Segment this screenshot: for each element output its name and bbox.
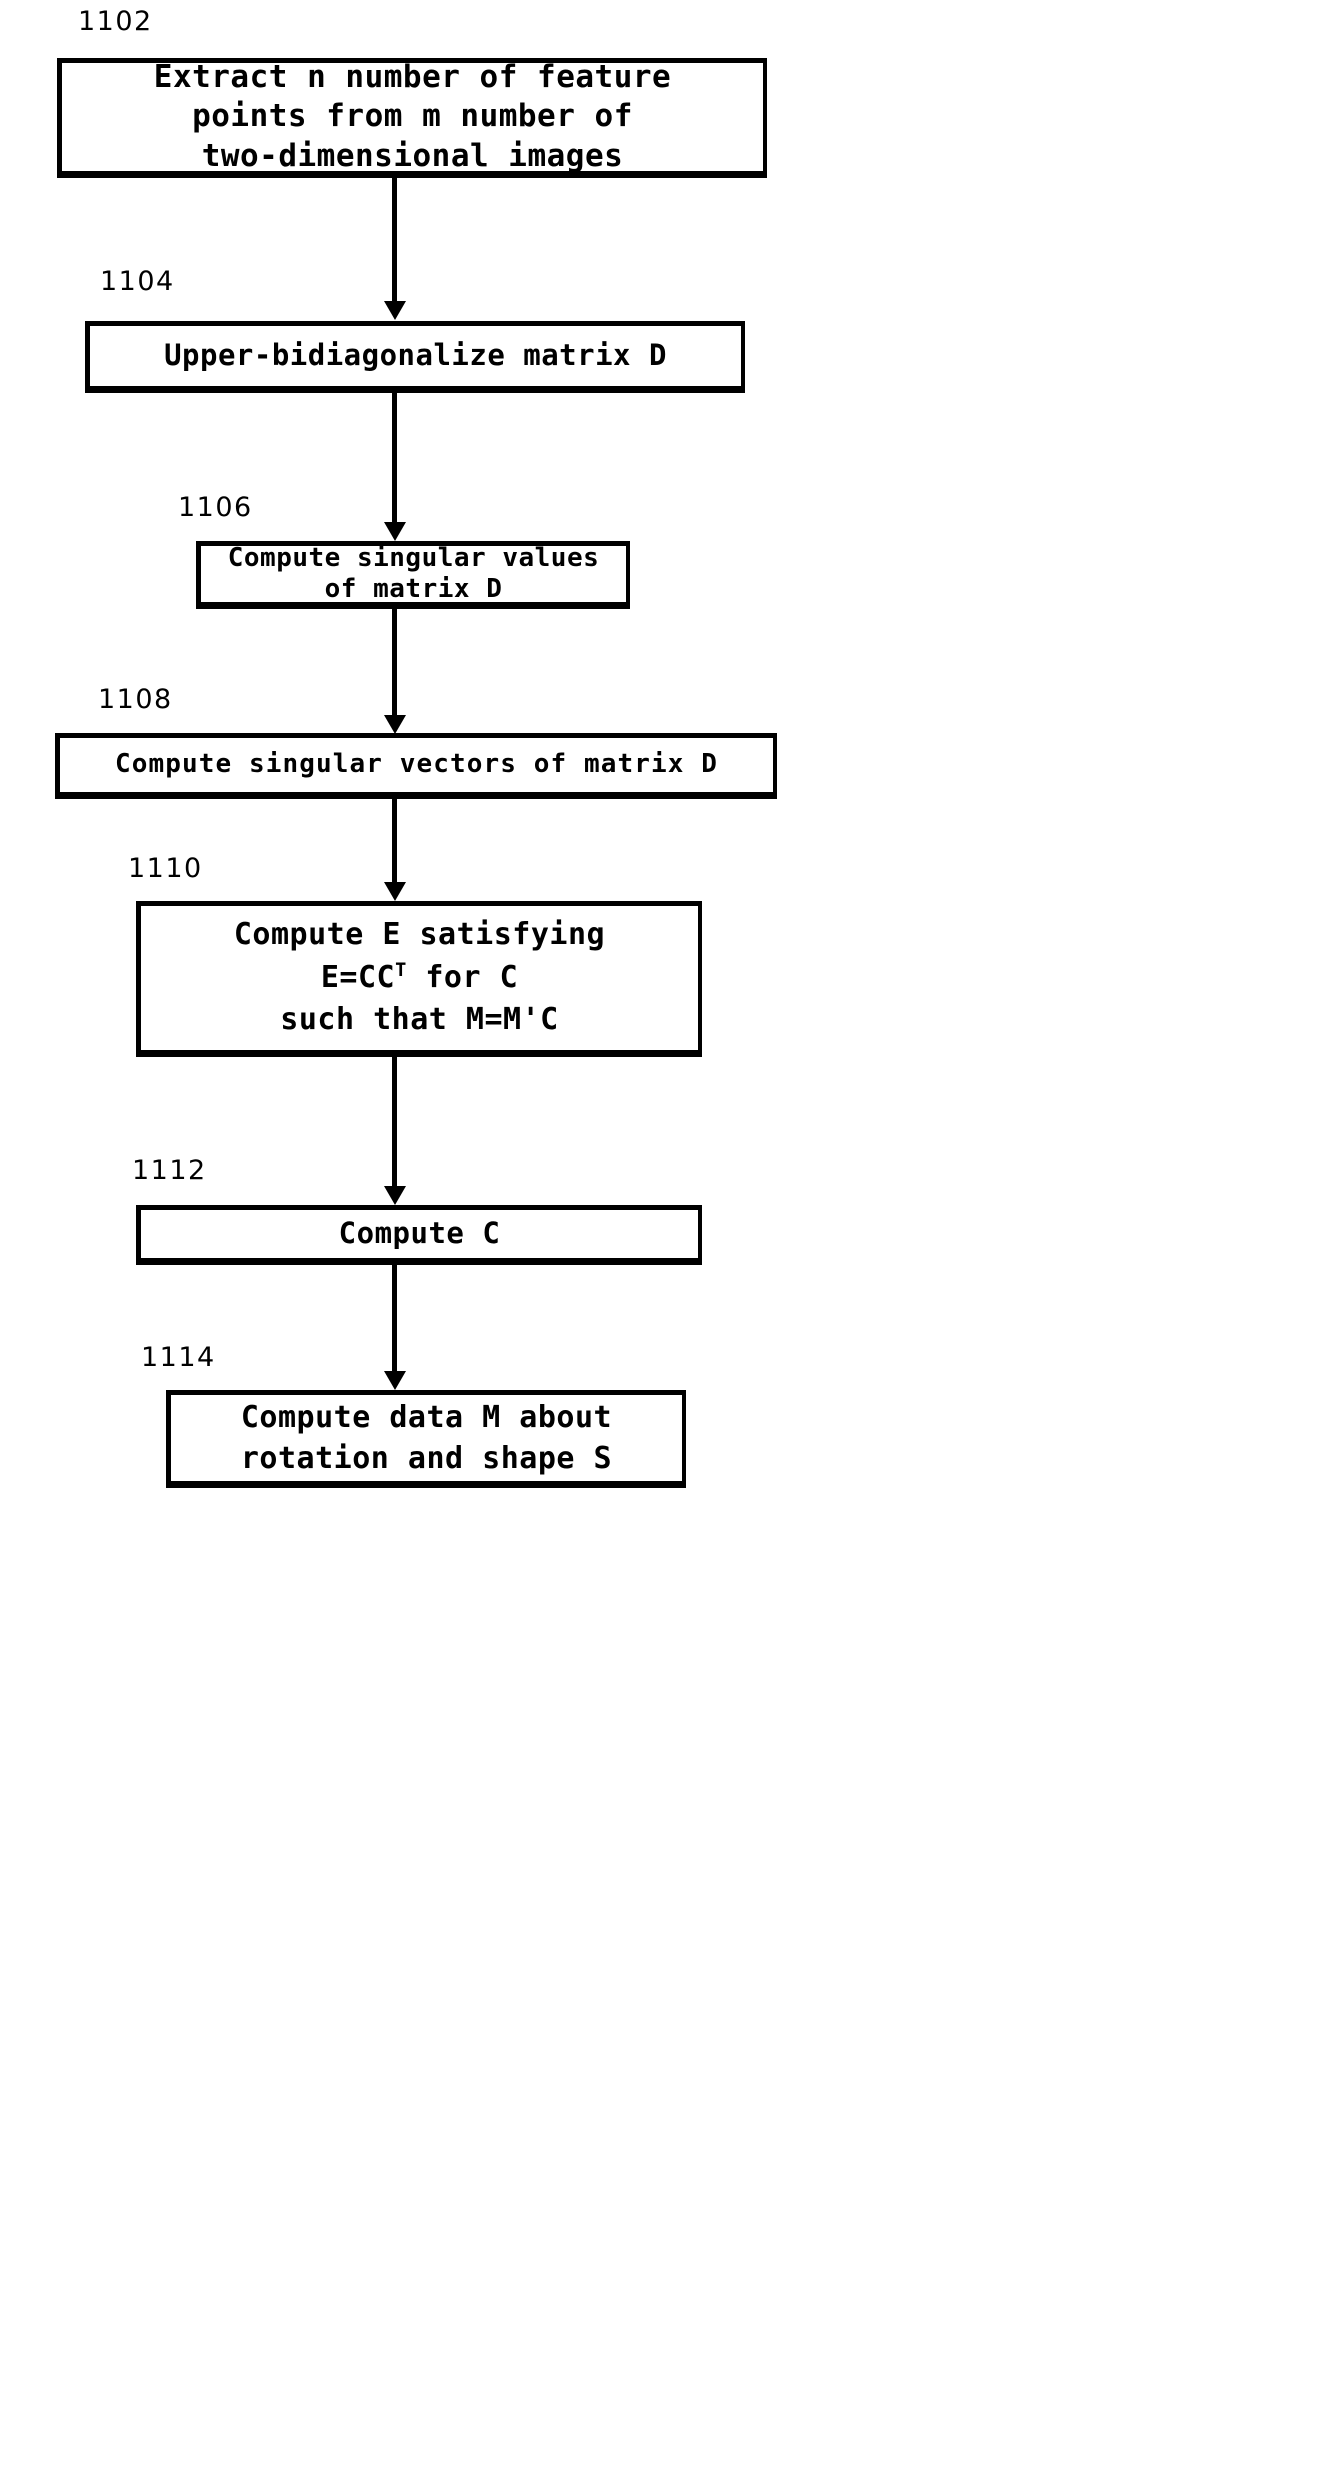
- process-box-1106: Compute singular values of matrix D: [196, 541, 630, 609]
- arrowhead-icon-1104-to-1106: [384, 522, 406, 541]
- reference-numeral-1104: 1104: [100, 266, 175, 297]
- reference-numeral-1112: 1112: [132, 1155, 207, 1186]
- process-box-1108: Compute singular vectors of matrix D: [55, 733, 777, 799]
- process-box-1114: Compute data M about rotation and shape …: [166, 1390, 686, 1488]
- process-box-1106-label: Compute singular values of matrix D: [227, 543, 600, 604]
- arrowhead-icon-1112-to-1114: [384, 1371, 406, 1390]
- flowchart-page: 1102 Extract n number of feature points …: [0, 0, 1324, 2491]
- reference-numeral-1108: 1108: [98, 684, 173, 715]
- process-box-1110-line1: Compute E satisfying: [233, 917, 606, 953]
- reference-numeral-1110: 1110: [128, 853, 203, 884]
- process-box-1112-label: Compute C: [338, 1216, 501, 1251]
- connector-1112-to-1114: [392, 1265, 397, 1377]
- process-box-1110-line2-tail: for C: [406, 959, 519, 995]
- arrowhead-icon-1106-to-1108: [384, 715, 406, 734]
- connector-1110-to-1112: [392, 1057, 397, 1192]
- process-box-1110-line2-base: E=CC: [320, 959, 396, 995]
- process-box-1110-label: Compute E satisfying E=CCT for C such that…: [228, 914, 611, 1042]
- reference-numeral-1102: 1102: [78, 6, 153, 37]
- process-box-1108-label: Compute singular vectors of matrix D: [114, 749, 719, 780]
- process-box-1112: Compute C: [136, 1205, 702, 1265]
- process-box-1102-label: Extract n number of feature points from …: [153, 58, 672, 174]
- process-box-1114-label: Compute data M about rotation and shape …: [240, 1399, 613, 1476]
- process-box-1104-label: Upper-bidiagonalize matrix D: [164, 338, 667, 373]
- process-box-1110-line3: such that M=M'C: [280, 1002, 559, 1038]
- connector-1104-to-1106: [392, 393, 397, 528]
- connector-1106-to-1108: [392, 609, 397, 721]
- process-box-1104: Upper-bidiagonalize matrix D: [85, 321, 745, 393]
- reference-numeral-1106: 1106: [178, 492, 253, 523]
- arrowhead-icon-1110-to-1112: [384, 1186, 406, 1205]
- connector-1102-to-1104: [392, 178, 397, 308]
- reference-numeral-1114: 1114: [141, 1342, 216, 1373]
- process-box-1110-line2-superscript: T: [395, 959, 407, 981]
- arrowhead-icon-1102-to-1104: [384, 301, 406, 320]
- process-box-1110: Compute E satisfying E=CCT for C such that…: [136, 901, 702, 1057]
- arrowhead-icon-1108-to-1110: [384, 882, 406, 901]
- connector-1108-to-1110: [392, 799, 397, 887]
- process-box-1102: Extract n number of feature points from …: [57, 58, 767, 178]
